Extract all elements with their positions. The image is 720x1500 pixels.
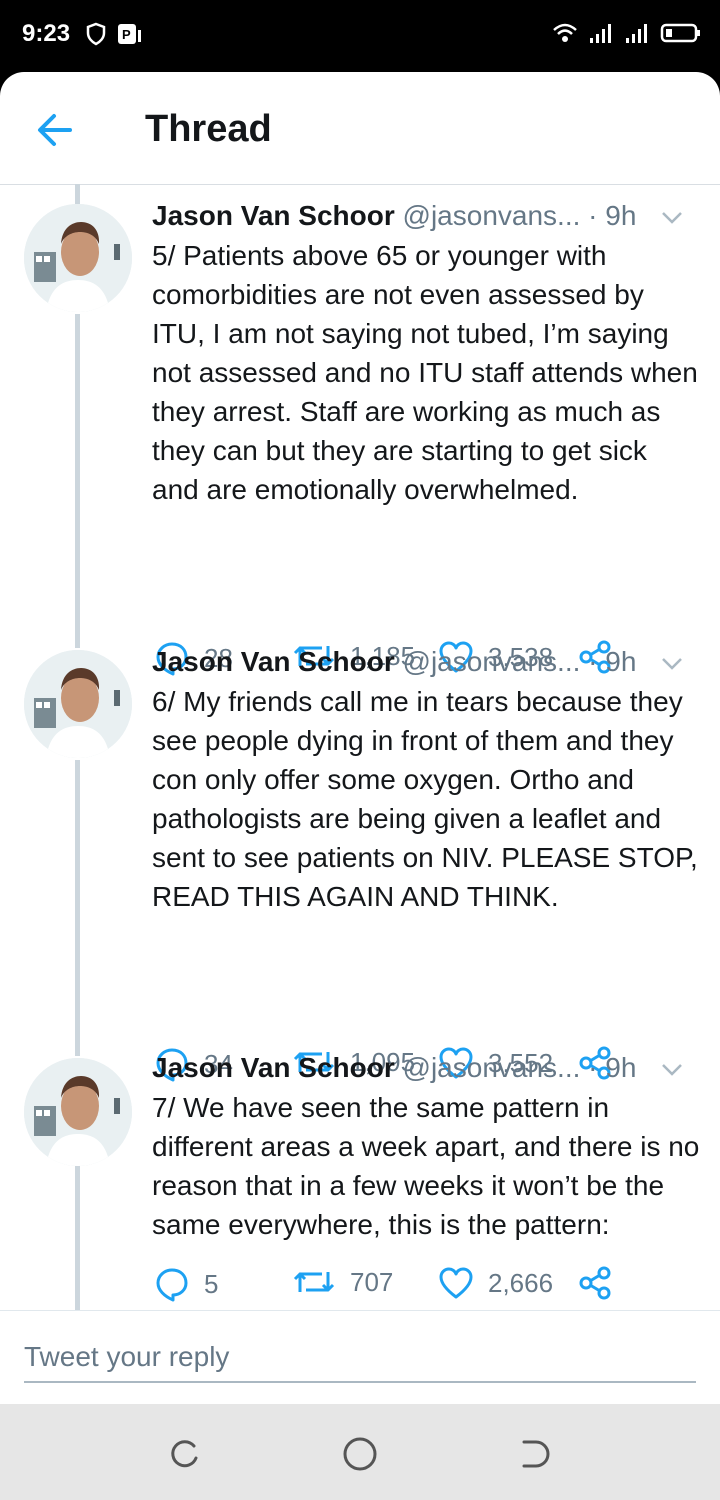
reply-icon (156, 1268, 188, 1302)
avatar[interactable] (24, 204, 132, 312)
page-title: Thread (145, 108, 272, 150)
tweet-time: · 9h (588, 200, 637, 231)
recent-apps-button[interactable] (164, 1434, 204, 1474)
tweet-time: · 9h (588, 646, 637, 677)
battery-icon (660, 23, 700, 43)
tweet[interactable]: Jason Van Schoor @jasonvans... · 9h 5/ P… (0, 200, 720, 676)
tweet-header: Jason Van Schoor @jasonvans... · 9h (152, 1052, 712, 1092)
tweet-header: Jason Van Schoor @jasonvans... · 9h (152, 646, 712, 686)
sim-icon: P (118, 24, 141, 44)
signal-icon (590, 24, 611, 43)
home-button[interactable] (340, 1434, 380, 1474)
like-count: 2,666 (488, 1267, 554, 1298)
status-icons-left: P (86, 22, 142, 46)
like-button[interactable]: 2,666 (438, 1266, 553, 1300)
avatar-photo (24, 204, 132, 312)
signal-icon (626, 24, 647, 43)
tweet[interactable]: Jason Van Schoor @jasonvans... · 9h 6/ M… (0, 646, 720, 1082)
reply-count: 5 (204, 1268, 219, 1299)
retweet-icon (293, 1272, 335, 1292)
avatar[interactable] (24, 650, 132, 758)
recent-apps-icon (171, 1440, 198, 1468)
tweet-header: Jason Van Schoor @jasonvans... · 9h (152, 200, 712, 240)
status-icons-right (552, 22, 702, 44)
chevron-down-icon[interactable] (660, 656, 684, 672)
author-name[interactable]: Jason Van Schoor (152, 200, 395, 231)
status-bar: 9:23 P (0, 0, 720, 72)
system-nav-bar (0, 1404, 720, 1500)
wifi-icon (553, 23, 577, 42)
tweet-text: 7/ We have seen the same pattern in diff… (152, 1092, 700, 1240)
shield-icon (86, 22, 106, 46)
tweet[interactable]: Jason Van Schoor @jasonvans... · 9h 7/ W… (0, 1052, 720, 1310)
back-icon (522, 1440, 550, 1468)
author-handle[interactable]: @jasonvans... (403, 1052, 581, 1083)
retweet-count: 707 (350, 1266, 394, 1297)
author-handle[interactable]: @jasonvans... (403, 200, 581, 231)
reply-button[interactable]: 5 (154, 1266, 218, 1302)
home-icon (343, 1437, 377, 1471)
arrow-left-icon (38, 114, 72, 146)
share-icon (579, 1266, 611, 1300)
chevron-down-icon[interactable] (660, 1062, 684, 1078)
author-handle[interactable]: @jasonvans... (403, 646, 581, 677)
svg-text:P: P (122, 27, 131, 42)
avatar-photo (24, 650, 132, 758)
tweet-time: · 9h (588, 1052, 637, 1083)
avatar[interactable] (24, 1058, 132, 1166)
header: Thread (0, 72, 720, 185)
reply-input[interactable] (24, 1333, 696, 1383)
avatar-photo (24, 1058, 132, 1166)
back-button[interactable] (34, 110, 78, 150)
tweet-actions: 5 707 2,666 (152, 1266, 632, 1306)
retweet-button[interactable]: 707 (292, 1266, 393, 1298)
status-time: 9:23 (22, 20, 71, 47)
tweet-text: 6/ My friends call me in tears because t… (152, 686, 698, 912)
author-name[interactable]: Jason Van Schoor (152, 1052, 395, 1083)
tweet-text: 5/ Patients above 65 or younger with com… (152, 240, 698, 505)
app-window: Thread Jason Van Schoor @jasonvans... · … (0, 72, 720, 1404)
back-nav-button[interactable] (516, 1434, 556, 1474)
heart-icon (439, 1267, 473, 1299)
chevron-down-icon[interactable] (660, 210, 684, 226)
reply-bar (0, 1310, 720, 1404)
share-button[interactable] (578, 1266, 612, 1300)
author-name[interactable]: Jason Van Schoor (152, 646, 395, 677)
